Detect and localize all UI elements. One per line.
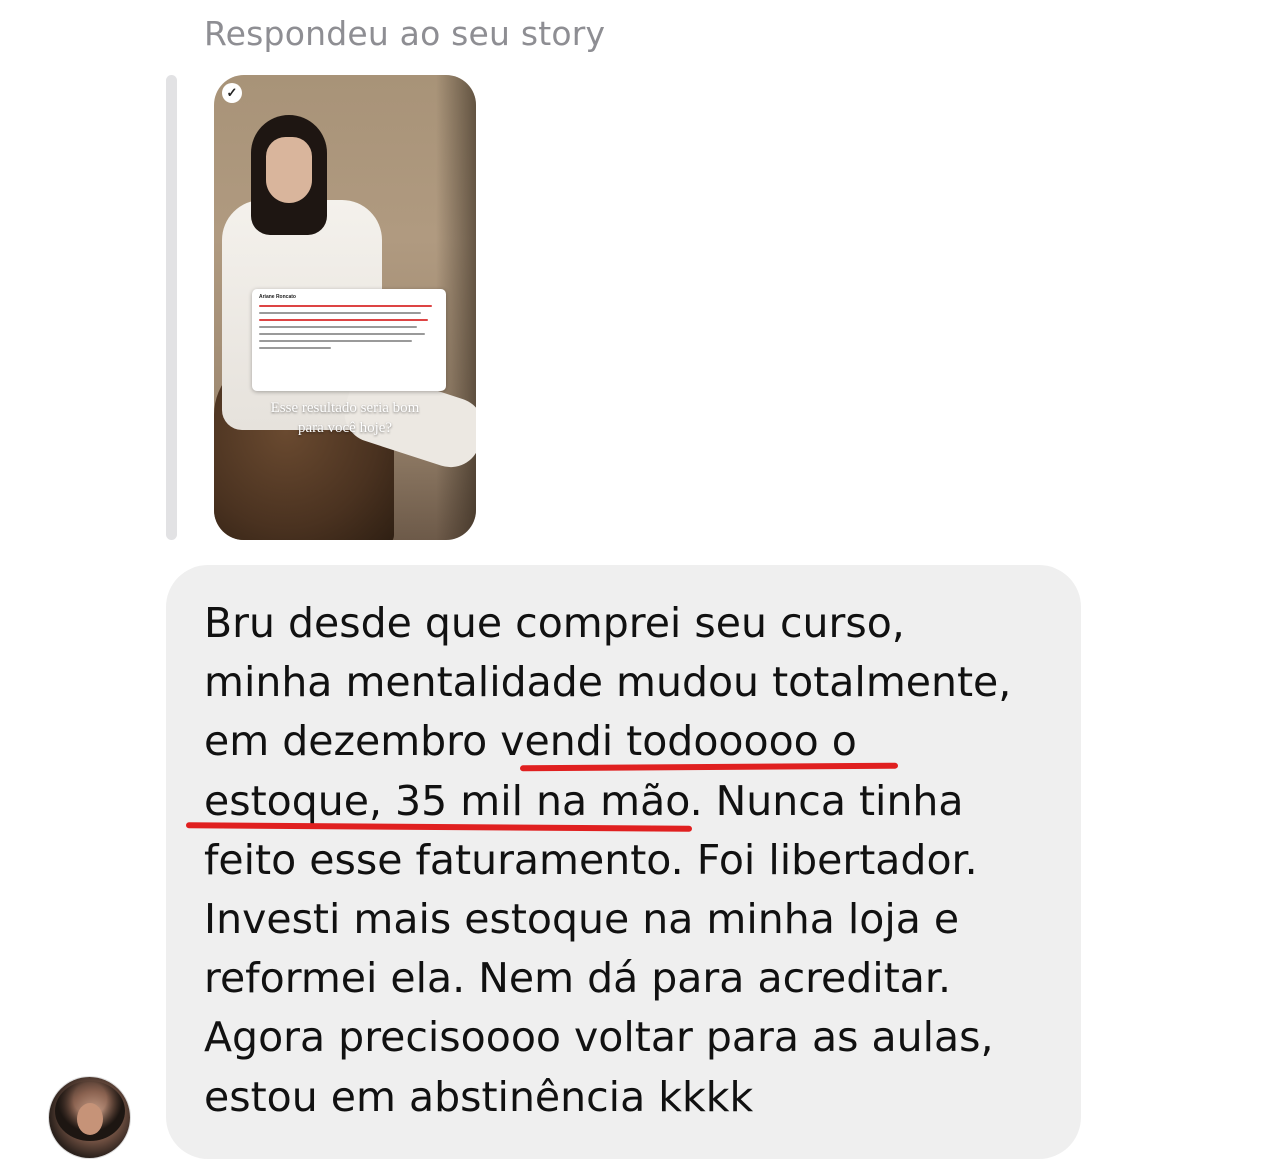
check-icon: ✓ bbox=[222, 83, 242, 103]
card-name: Ariane Roncato bbox=[259, 294, 296, 300]
story-caption-line: para você hoje? bbox=[297, 420, 393, 436]
card-text-line bbox=[259, 326, 418, 328]
message-line: minha mentalidade mudou totalmente, bbox=[204, 658, 1012, 707]
card-text-line bbox=[259, 319, 429, 321]
story-caption-line: Esse resultado seria bom bbox=[270, 400, 420, 416]
avatar-face bbox=[77, 1103, 103, 1135]
avatar[interactable] bbox=[49, 1077, 130, 1158]
card-text-line bbox=[259, 305, 432, 307]
story-face bbox=[266, 137, 312, 203]
message-line: Agora precisoooo voltar para as aulas, bbox=[204, 1013, 994, 1062]
story-caption: Esse resultado seria bom para você hoje? bbox=[214, 398, 476, 438]
message-text: Bru desde que comprei seu curso, minha m… bbox=[204, 594, 1064, 1127]
reply-header: Respondeu ao seu story bbox=[204, 14, 606, 53]
card-text-line bbox=[259, 312, 421, 314]
message-line: em dezembro vendi todooooo o bbox=[204, 717, 857, 766]
card-text-line bbox=[259, 340, 412, 342]
message-line: feito esse faturamento. Foi libertador. bbox=[204, 835, 978, 884]
message-line: estou em abstinência kkkk bbox=[204, 1072, 754, 1121]
message-line: reformei ela. Nem dá para acreditar. bbox=[204, 954, 952, 1003]
card-text-line bbox=[259, 333, 425, 335]
story-testimonial-card: Ariane Roncato bbox=[252, 289, 446, 391]
story-quote-bar bbox=[166, 75, 177, 540]
message-line: Bru desde que comprei seu curso, bbox=[204, 599, 905, 647]
story-preview[interactable]: Ariane Roncato Esse resultado seria bom … bbox=[214, 75, 476, 540]
message-line: estoque, 35 mil na mão. Nunca tinha bbox=[204, 776, 964, 825]
message-line: Investi mais estoque na minha loja e bbox=[204, 895, 960, 944]
card-text-line bbox=[259, 347, 331, 349]
